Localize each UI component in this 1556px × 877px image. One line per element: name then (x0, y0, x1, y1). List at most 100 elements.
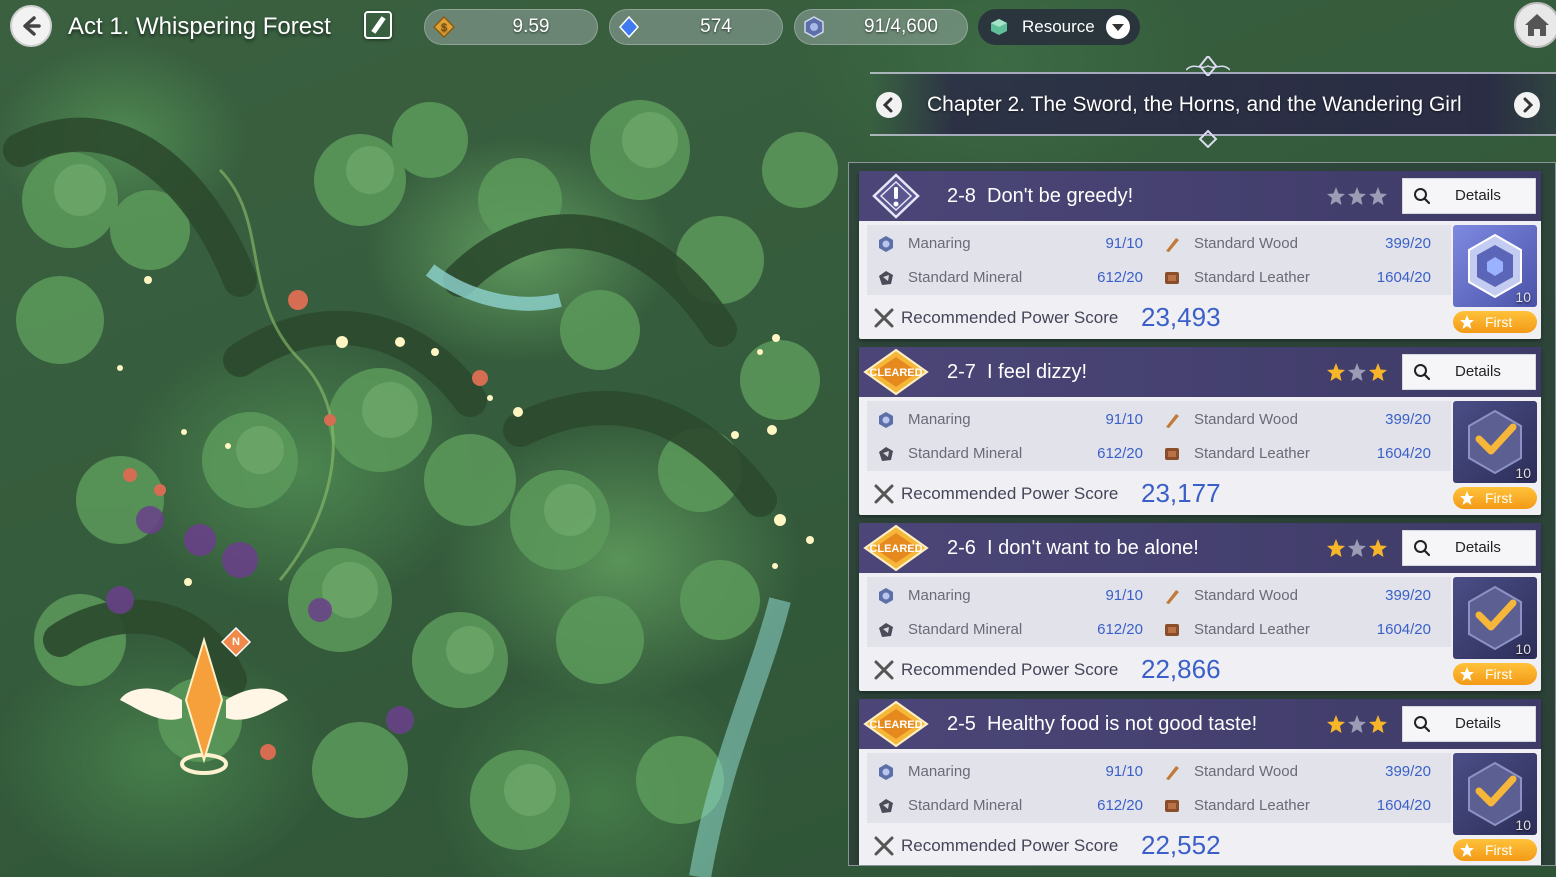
drop-count: 612/20 (1097, 621, 1143, 638)
manaring-currency[interactable]: 91/4,600 (794, 9, 968, 45)
stage-title: 2-8 Don't be greedy! (947, 180, 1133, 212)
reward-count: 10 (1515, 289, 1531, 305)
star-icon (1460, 491, 1474, 505)
magnifier-icon (1414, 540, 1431, 557)
magnifier-icon (1414, 188, 1431, 205)
cleared-label: CLEARED (869, 543, 922, 555)
drop-item: Manaring 91/10 (877, 581, 1143, 611)
drop-item: Manaring 91/10 (877, 405, 1143, 435)
stage-card[interactable]: CLEARED 2-6 I don't want to be alone! De… (859, 523, 1541, 691)
drop-name: Standard Mineral (908, 445, 1023, 462)
stage-card[interactable]: CLEARED 2-7 I feel dizzy! Details Manari… (859, 347, 1541, 515)
mineral-icon (879, 447, 893, 461)
drop-count: 399/20 (1385, 587, 1431, 604)
crossed-swords-icon (874, 660, 894, 680)
alert-icon (872, 173, 920, 219)
manaring-icon (804, 16, 824, 38)
gem-currency[interactable]: 574 (609, 9, 783, 45)
drop-item: Standard Mineral 612/20 (877, 791, 1143, 821)
star-icon (1327, 187, 1345, 205)
star-icon (1369, 539, 1387, 557)
chapter-title: Chapter 2. The Sword, the Horns, and the… (927, 93, 1462, 116)
previous-chapter-button[interactable] (876, 92, 902, 118)
drop-count: 612/20 (1097, 269, 1143, 286)
reward-slot[interactable]: 10 (1453, 577, 1537, 659)
banner-ornament-top (1186, 56, 1230, 76)
stage-header: CLEARED 2-5 Healthy food is not good tas… (859, 699, 1541, 749)
home-icon (1525, 14, 1549, 36)
stage-card[interactable]: 2-8 Don't be greedy! Details Manaring 91… (859, 171, 1541, 339)
drop-count: 91/10 (1105, 587, 1143, 604)
cleared-label: CLEARED (869, 719, 922, 731)
resource-dropdown[interactable]: Resource (978, 9, 1140, 45)
leather-icon (1165, 800, 1179, 812)
stage-title: 2-5 Healthy food is not good taste! (947, 708, 1257, 740)
drop-name: Standard Leather (1194, 621, 1310, 638)
home-button[interactable] (1514, 2, 1556, 48)
drop-name: Standard Mineral (908, 269, 1023, 286)
star-icon (1327, 539, 1345, 557)
star-icon (1460, 843, 1474, 857)
stage-number: 2-7 (947, 361, 976, 383)
stage-name: Don't be greedy! (987, 185, 1134, 207)
cleared-badge-icon: CLEARED (863, 700, 929, 748)
reward-slot[interactable]: 10 (1453, 225, 1537, 307)
drop-count: 91/10 (1105, 763, 1143, 780)
resource-cube-icon (991, 19, 1007, 35)
drop-name: Manaring (908, 411, 971, 428)
reward-count: 10 (1515, 641, 1531, 657)
star-icon (1348, 363, 1366, 381)
drop-item: Standard Leather 1604/20 (1163, 263, 1431, 293)
manaring-icon (879, 588, 893, 604)
power-label: Recommended Power Score (901, 836, 1119, 855)
first-label: First (1485, 666, 1513, 682)
first-clear-badge: First (1453, 663, 1537, 685)
details-button[interactable]: Details (1402, 178, 1536, 214)
back-button[interactable] (10, 5, 52, 47)
drop-name: Standard Wood (1194, 763, 1298, 780)
reward-slot[interactable]: 10 (1453, 753, 1537, 835)
details-button[interactable]: Details (1402, 706, 1536, 742)
manaring-icon (879, 236, 893, 252)
first-label: First (1485, 842, 1513, 858)
stage-name: I feel dizzy! (987, 361, 1088, 383)
cleared-badge-icon: CLEARED (863, 348, 929, 396)
manaring-value: 91/4,600 (864, 16, 938, 37)
power-label: Recommended Power Score (901, 484, 1119, 503)
stage-list[interactable]: 2-8 Don't be greedy! Details Manaring 91… (848, 162, 1556, 866)
chevron-right-icon (1523, 97, 1534, 113)
drop-item: Standard Mineral 612/20 (877, 439, 1143, 469)
drop-name: Standard Wood (1194, 411, 1298, 428)
north-marker-label: N (232, 636, 240, 648)
edit-name-icon[interactable] (364, 11, 392, 39)
magnifier-icon (1414, 716, 1431, 733)
first-clear-badge: First (1453, 487, 1537, 509)
first-label: First (1485, 490, 1513, 506)
details-button[interactable]: Details (1402, 354, 1536, 390)
drop-item: Manaring 91/10 (877, 229, 1143, 259)
stage-title: 2-7 I feel dizzy! (947, 356, 1087, 388)
details-button[interactable]: Details (1402, 530, 1536, 566)
drop-count: 399/20 (1385, 411, 1431, 428)
drop-count: 612/20 (1097, 445, 1143, 462)
drop-item: Manaring 91/10 (877, 757, 1143, 787)
drop-item: Standard Leather 1604/20 (1163, 615, 1431, 645)
details-label: Details (1455, 539, 1501, 556)
drop-item: Standard Wood 399/20 (1163, 229, 1431, 259)
stage-number: 2-5 (947, 713, 976, 735)
gold-currency[interactable]: $ 9.59 (424, 9, 598, 45)
next-chapter-button[interactable] (1514, 92, 1540, 118)
chevron-left-icon (882, 97, 893, 113)
drop-name: Standard Leather (1194, 445, 1310, 462)
crossed-swords-icon (874, 484, 894, 504)
gem-icon (618, 16, 640, 38)
act-title: Act 1. Whispering Forest (68, 13, 331, 40)
drop-list: Manaring 91/10 Standard Wood 399/20 Stan… (867, 753, 1451, 823)
leather-icon (1165, 448, 1179, 460)
svg-text:$: $ (441, 22, 447, 34)
reward-slot[interactable]: 10 (1453, 401, 1537, 483)
drop-count: 1604/20 (1376, 445, 1431, 462)
stage-card[interactable]: CLEARED 2-5 Healthy food is not good tas… (859, 699, 1541, 865)
manaring-icon (879, 764, 893, 780)
drop-count: 1604/20 (1376, 621, 1431, 638)
